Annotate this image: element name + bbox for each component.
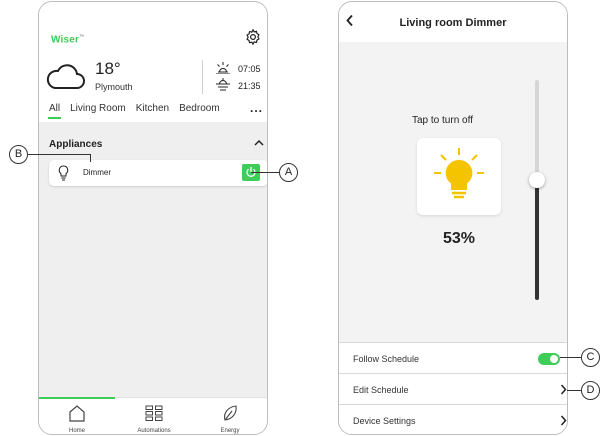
page-title: Living room Dimmer <box>399 17 507 29</box>
follow-schedule-toggle[interactable] <box>538 353 560 365</box>
settings-list: Follow Schedule Edit Schedule Device Set… <box>339 342 567 434</box>
callout-d: D <box>581 381 600 400</box>
device-header: Living room Dimmer <box>339 2 567 42</box>
callout-d-line <box>567 390 581 391</box>
callout-a-line <box>251 172 279 173</box>
edit-schedule-label: Edit Schedule <box>353 385 409 395</box>
callout-b-line-down <box>90 154 91 162</box>
tab-all[interactable]: All <box>47 103 62 119</box>
tab-living-room[interactable]: Living Room <box>70 103 126 114</box>
nav-active-indicator <box>39 397 115 399</box>
bulb-icon <box>58 165 69 181</box>
slider-fill <box>535 180 539 300</box>
device-settings-label: Device Settings <box>353 416 416 426</box>
lightbulb-icon <box>434 148 484 199</box>
chevron-right-icon <box>560 415 567 426</box>
wiser-logo: Wiser™ <box>51 34 85 46</box>
row-follow-schedule[interactable]: Follow Schedule <box>339 342 567 373</box>
sunrise-time: 07:05 <box>238 64 261 74</box>
group-title: Appliances <box>49 139 103 150</box>
tab-kitchen[interactable]: Kitchen <box>136 103 169 114</box>
brightness-slider[interactable] <box>535 80 539 300</box>
follow-schedule-label: Follow Schedule <box>353 354 420 364</box>
device-control-area: Tap to turn off 53% <box>339 42 567 342</box>
callout-a: A <box>279 163 298 182</box>
nav-automations[interactable]: Automations <box>116 398 192 434</box>
nav-home[interactable]: Home <box>39 397 115 434</box>
home-icon <box>69 405 85 422</box>
chevron-up-icon[interactable] <box>253 138 265 148</box>
city-name: Plymouth <box>95 82 133 92</box>
tap-hint: Tap to turn off <box>412 115 473 126</box>
device-card-dimmer[interactable]: Dimmer <box>49 160 267 186</box>
row-edit-schedule[interactable]: Edit Schedule <box>339 373 567 404</box>
callout-c-line <box>560 357 581 358</box>
nav-home-label: Home <box>68 428 85 434</box>
slider-thumb[interactable] <box>529 172 545 188</box>
tab-bedroom[interactable]: Bedroom <box>179 103 220 114</box>
weather-divider <box>202 60 203 94</box>
nav-energy-label: Energy <box>220 428 240 434</box>
sunset-icon <box>216 78 230 91</box>
home-header: Wiser™ 18° Plymouth 07:05 21:35 All Livi… <box>39 2 267 122</box>
gear-icon[interactable] <box>244 28 262 46</box>
sunrise-icon <box>216 62 230 74</box>
brightness-level: 53% <box>442 230 476 247</box>
device-screen: Living room Dimmer Tap to turn off 53% F… <box>338 1 568 435</box>
leaf-icon <box>224 405 237 421</box>
sunset-time: 21:35 <box>238 81 261 91</box>
bulb-toggle-button[interactable] <box>417 138 501 215</box>
cloud-icon <box>46 64 85 89</box>
device-name: Dimmer <box>83 168 111 177</box>
room-tabs: All Living Room Kitchen Bedroom <box>47 103 230 119</box>
home-screen: Wiser™ 18° Plymouth 07:05 21:35 All Livi… <box>38 1 268 435</box>
callout-c: C <box>581 348 600 367</box>
bottom-nav: Home Automations Energy <box>39 397 267 434</box>
temperature: 18° <box>95 59 121 78</box>
callout-b-line <box>28 154 91 155</box>
automations-icon <box>145 405 163 421</box>
row-device-settings[interactable]: Device Settings <box>339 404 567 434</box>
nav-automations-label: Automations <box>137 428 171 434</box>
more-rooms-button[interactable]: ... <box>250 101 263 115</box>
nav-energy[interactable]: Energy <box>192 398 267 434</box>
callout-b: B <box>9 145 28 164</box>
chevron-right-icon <box>560 384 567 395</box>
